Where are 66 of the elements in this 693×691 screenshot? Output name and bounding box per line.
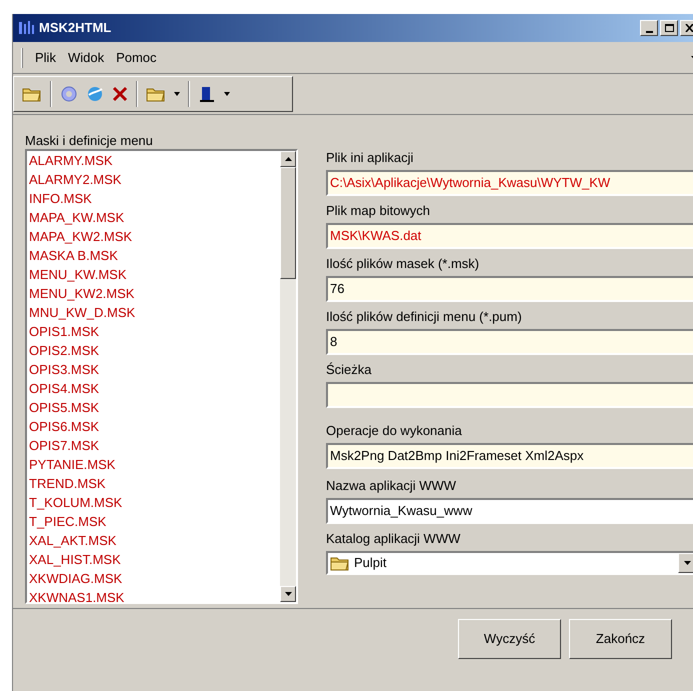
field-label: Ilość plików definicji menu (*.pum) (326, 308, 523, 326)
app-icon (17, 20, 35, 36)
close-button[interactable] (680, 20, 693, 36)
list-item[interactable]: ALARMY2.MSK (29, 170, 280, 189)
list-item[interactable]: OPIS6.MSK (29, 417, 280, 436)
list-item[interactable]: INFO.MSK (29, 189, 280, 208)
list-item[interactable]: XKWNAS1.MSK (29, 588, 280, 602)
list-item[interactable]: T_KOLUM.MSK (29, 493, 280, 512)
list-item[interactable]: OPIS4.MSK (29, 379, 280, 398)
window-title: MSK2HTML (39, 19, 112, 38)
text-field[interactable]: 8 (326, 329, 693, 355)
menu-item[interactable]: Widok (68, 48, 104, 68)
scrollbar-thumb[interactable] (280, 167, 296, 279)
field-label: Katalog aplikacji WWW (326, 530, 462, 548)
field-label: Ścieżka (326, 361, 373, 379)
list-item[interactable]: PYTANIE.MSK (29, 455, 280, 474)
text-field[interactable]: Wytwornia_Kwasu_www (326, 498, 693, 524)
list-item[interactable]: MAPA_KW.MSK (29, 208, 280, 227)
field-label: Ilość plików masek (*.msk) (326, 255, 480, 273)
minimize-button[interactable] (640, 20, 658, 36)
text-field[interactable]: 76 (326, 276, 693, 302)
list-item[interactable]: OPIS2.MSK (29, 341, 280, 360)
dropdown-arrow-icon[interactable] (684, 561, 690, 565)
list-item[interactable]: ALARMY.MSK (29, 151, 280, 170)
close-icon (684, 24, 693, 32)
folder-dropdown[interactable]: Pulpit (326, 551, 693, 575)
list-item[interactable]: MAPA_KW2.MSK (29, 227, 280, 246)
field-label: Nazwa aplikacji WWW (326, 477, 458, 495)
list-item[interactable]: OPIS5.MSK (29, 398, 280, 417)
list-item[interactable]: OPIS1.MSK (29, 322, 280, 341)
text-field[interactable]: C:\Asix\Aplikacje\Wytwornia_Kwasu\WYTW_KW (326, 170, 693, 196)
list-item[interactable]: T_PIEC.MSK (29, 512, 280, 531)
open-folder-icon[interactable] (22, 86, 42, 102)
field-label: Plik ini aplikacji (326, 149, 414, 167)
gear-icon[interactable] (60, 85, 78, 103)
list-item[interactable]: OPIS7.MSK (29, 436, 280, 455)
list-item[interactable]: TREND.MSK (29, 474, 280, 493)
globe-icon[interactable] (86, 85, 104, 103)
caret-icon[interactable] (174, 92, 180, 96)
list-item[interactable]: MENU_KW.MSK (29, 265, 280, 284)
list-label: Maski i definicje menu (25, 133, 154, 149)
list-item[interactable]: XAL_AKT.MSK (29, 531, 280, 550)
dialog-button[interactable]: Zakończ (569, 619, 672, 659)
delete-icon[interactable] (112, 86, 128, 102)
list-item[interactable]: MNU_KW_D.MSK (29, 303, 280, 322)
exit-door-icon[interactable] (198, 85, 216, 103)
field-label: Operacje do wykonania (326, 422, 463, 440)
list-item[interactable]: XAL_HIST.MSK (29, 550, 280, 569)
scroll-up-icon[interactable] (284, 157, 292, 161)
text-field[interactable]: MSK\KWAS.dat (326, 223, 693, 249)
text-field[interactable]: Msk2Png Dat2Bmp Ini2Frameset Xml2Aspx (326, 443, 693, 469)
menu-item[interactable]: Pomoc (116, 48, 157, 68)
folder-icon[interactable] (330, 555, 350, 571)
menu-item[interactable]: Plik (35, 48, 56, 68)
text-field[interactable] (326, 382, 693, 408)
maximize-button[interactable] (660, 20, 678, 36)
scrollbar[interactable] (280, 151, 296, 602)
list-item[interactable]: MASKA B.MSK (29, 246, 280, 265)
scroll-down-icon[interactable] (284, 592, 292, 596)
list-item[interactable]: XKWDIAG.MSK (29, 569, 280, 588)
folder-icon[interactable] (146, 86, 166, 102)
dialog-button[interactable]: Wyczyść (458, 619, 561, 659)
caret-icon[interactable] (224, 92, 230, 96)
field-label: Plik map bitowych (326, 202, 432, 220)
list-item[interactable]: MENU_KW2.MSK (29, 284, 280, 303)
list-item[interactable]: OPIS3.MSK (29, 360, 280, 379)
